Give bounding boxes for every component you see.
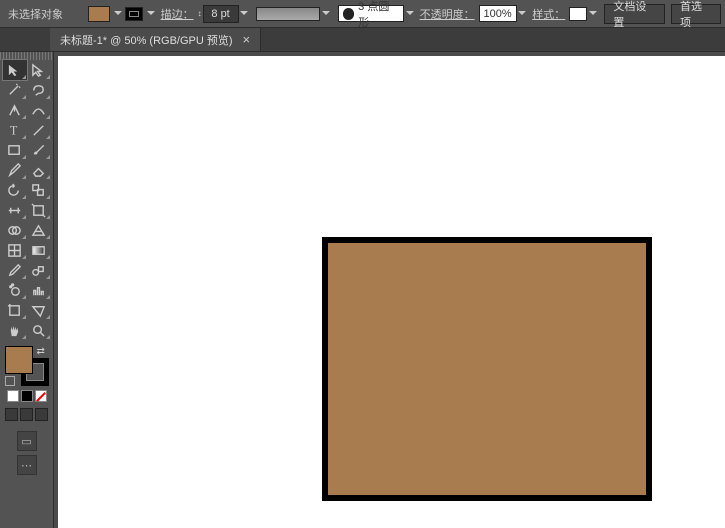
tool-grid: T — [0, 60, 54, 340]
stroke-dropdown[interactable] — [145, 6, 157, 22]
stroke-label[interactable]: 描边： — [161, 6, 194, 22]
color-mode-gradient[interactable] — [21, 390, 33, 402]
free-transform-tool[interactable] — [27, 200, 51, 220]
stroke-width-dropdown[interactable] — [239, 6, 251, 22]
swap-fill-stroke-icon[interactable]: ⇄ — [37, 346, 47, 356]
selection-status: 未选择对象 — [8, 6, 63, 22]
canvas-area — [54, 52, 725, 528]
tools-panel: T ⇄ ▭ ⋯ — [0, 52, 54, 528]
draw-inside[interactable] — [35, 408, 48, 421]
edit-toolbar-button[interactable]: ⋯ — [17, 455, 37, 475]
type-tool[interactable]: T — [3, 120, 27, 140]
zoom-tool[interactable] — [27, 320, 51, 340]
shape-builder-tool[interactable] — [3, 220, 27, 240]
rectangle-shape[interactable] — [322, 237, 652, 501]
curvature-tool[interactable] — [27, 100, 51, 120]
perspective-grid-tool[interactable] — [27, 220, 51, 240]
screen-mode-button[interactable]: ▭ — [17, 431, 37, 451]
brush-definition[interactable]: 3 点圆形 — [338, 5, 404, 22]
brush-label: 3 点圆形 — [358, 0, 399, 30]
column-graph-tool[interactable] — [27, 280, 51, 300]
width-tool[interactable] — [3, 200, 27, 220]
preferences-button[interactable]: 首选项 — [671, 4, 721, 24]
opacity-input[interactable] — [479, 5, 517, 22]
blend-tool[interactable] — [27, 260, 51, 280]
lasso-tool[interactable] — [27, 80, 51, 100]
stroke-swatch[interactable] — [125, 7, 143, 21]
tools-panel-handle[interactable] — [0, 52, 53, 60]
mesh-tool[interactable] — [3, 240, 27, 260]
style-label[interactable]: 样式： — [532, 6, 565, 22]
color-mode-solid[interactable] — [7, 390, 19, 402]
slice-tool[interactable] — [27, 300, 51, 320]
draw-behind[interactable] — [20, 408, 33, 421]
default-fill-stroke-icon[interactable] — [5, 376, 15, 386]
document-tab-title: 未标题-1* @ 50% (RGB/GPU 预览) — [60, 32, 233, 48]
document-setup-button[interactable]: 文档设置 — [604, 4, 665, 24]
shaper-tool[interactable] — [3, 160, 27, 180]
style-dropdown[interactable] — [587, 6, 599, 22]
close-tab-icon[interactable]: × — [243, 32, 251, 47]
magic-wand-tool[interactable] — [3, 80, 27, 100]
stroke-width-input[interactable] — [203, 5, 239, 23]
pen-tool[interactable] — [3, 100, 27, 120]
line-segment-tool[interactable] — [27, 120, 51, 140]
stroke-profile-dropdown[interactable] — [320, 6, 332, 22]
brush-dropdown[interactable] — [404, 6, 416, 22]
eyedropper-tool[interactable] — [3, 260, 27, 280]
artboard-tool[interactable] — [3, 300, 27, 320]
opacity-dropdown[interactable] — [517, 6, 529, 22]
svg-text:T: T — [10, 123, 18, 137]
stroke-profile[interactable] — [256, 7, 320, 21]
gradient-tool[interactable] — [27, 240, 51, 260]
artboard[interactable] — [58, 56, 725, 528]
symbol-sprayer-tool[interactable] — [3, 280, 27, 300]
stroke-link-icon[interactable]: ↕ — [198, 9, 202, 18]
paintbrush-tool[interactable] — [27, 140, 51, 160]
fill-dropdown[interactable] — [112, 6, 124, 22]
eraser-tool[interactable] — [27, 160, 51, 180]
fill-swatch[interactable] — [88, 6, 109, 22]
fill-stroke-control: ⇄ — [5, 346, 49, 386]
style-swatch[interactable] — [569, 7, 587, 21]
rotate-tool[interactable] — [3, 180, 27, 200]
fill-color-box[interactable] — [5, 346, 33, 374]
selection-tool[interactable] — [3, 60, 27, 80]
draw-mode-row — [5, 408, 48, 421]
hand-tool[interactable] — [3, 320, 27, 340]
opacity-label[interactable]: 不透明度： — [420, 6, 475, 22]
color-mode-row — [7, 390, 47, 402]
brush-dot-icon — [343, 8, 355, 20]
document-tab[interactable]: 未标题-1* @ 50% (RGB/GPU 预览) × — [50, 28, 261, 51]
direct-selection-tool[interactable] — [27, 60, 51, 80]
draw-normal[interactable] — [5, 408, 18, 421]
color-mode-none[interactable] — [35, 390, 47, 402]
option-bar: 未选择对象 描边： ↕ 3 点圆形 不透明度： 样式： 文档设置 首选项 — [0, 0, 725, 28]
screen-mode-buttons: ▭ ⋯ — [17, 431, 37, 475]
document-tab-bar: 未标题-1* @ 50% (RGB/GPU 预览) × — [0, 28, 725, 52]
rectangle-tool[interactable] — [3, 140, 27, 160]
main-area: T ⇄ ▭ ⋯ — [0, 52, 725, 528]
scale-tool[interactable] — [27, 180, 51, 200]
